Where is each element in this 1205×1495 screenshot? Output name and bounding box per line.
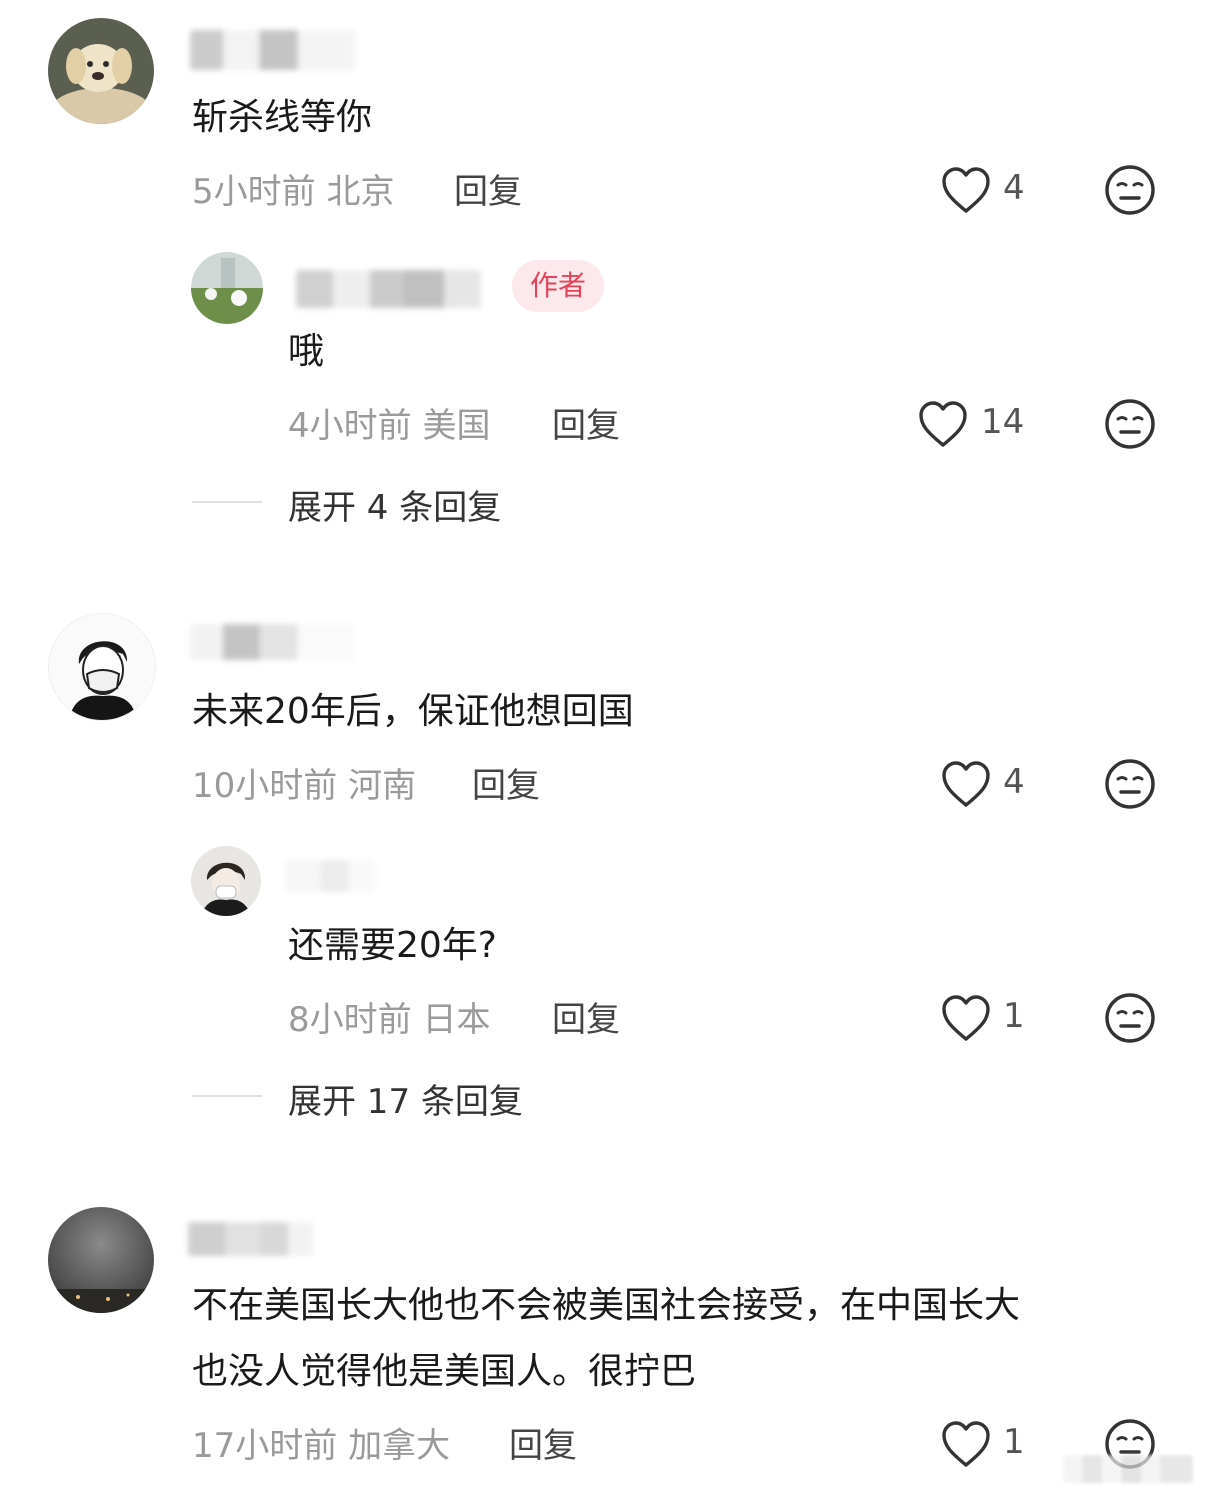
like-count: 1 bbox=[1003, 996, 1025, 1036]
username-redacted[interactable] bbox=[190, 30, 355, 70]
comment-text: 哦 bbox=[288, 331, 325, 372]
comment-meta: 4小时前 美国 bbox=[288, 398, 490, 447]
heart-outline-icon[interactable] bbox=[940, 166, 992, 214]
username-redacted[interactable] bbox=[296, 270, 481, 308]
location: 美国 bbox=[422, 406, 491, 446]
username-redacted[interactable] bbox=[188, 1222, 313, 1256]
neutral-face-icon[interactable] bbox=[1104, 758, 1156, 810]
location: 北京 bbox=[326, 172, 395, 212]
timestamp: 17小时前 bbox=[192, 1426, 338, 1466]
location: 河南 bbox=[348, 766, 417, 806]
avatar[interactable] bbox=[48, 613, 156, 721]
timestamp: 5小时前 bbox=[192, 172, 316, 212]
expand-replies-button[interactable]: 展开 4 条回复 bbox=[288, 480, 501, 529]
username-redacted[interactable] bbox=[285, 860, 375, 892]
location: 日本 bbox=[422, 1000, 491, 1040]
reply-button[interactable]: 回复 bbox=[552, 992, 620, 1041]
comment-text: 也没人觉得他是美国人。很拧巴 bbox=[192, 1351, 697, 1392]
reply-button[interactable]: 回复 bbox=[472, 758, 540, 807]
neutral-face-icon[interactable] bbox=[1104, 164, 1156, 216]
like-count: 4 bbox=[1003, 168, 1025, 208]
comment-text: 斩杀线等你 bbox=[192, 97, 373, 138]
username-redacted[interactable] bbox=[190, 624, 355, 660]
comment-meta: 10小时前 河南 bbox=[192, 758, 416, 807]
avatar[interactable] bbox=[191, 846, 261, 916]
avatar[interactable] bbox=[48, 1207, 154, 1313]
like-count: 14 bbox=[981, 402, 1025, 442]
heart-outline-icon[interactable] bbox=[917, 400, 969, 448]
reply-button[interactable]: 回复 bbox=[552, 398, 620, 447]
comment-meta: 8小时前 日本 bbox=[288, 992, 490, 1041]
avatar[interactable] bbox=[48, 18, 154, 124]
comment-meta: 17小时前 加拿大 bbox=[192, 1418, 450, 1467]
timestamp: 10小时前 bbox=[192, 766, 338, 806]
timestamp: 4小时前 bbox=[288, 406, 412, 446]
neutral-face-icon[interactable] bbox=[1104, 398, 1156, 450]
like-count: 4 bbox=[1003, 762, 1025, 802]
reply-button[interactable]: 回复 bbox=[509, 1418, 577, 1467]
watermark bbox=[1063, 1455, 1193, 1483]
timestamp: 8小时前 bbox=[288, 1000, 412, 1040]
heart-outline-icon[interactable] bbox=[940, 1420, 992, 1468]
expand-replies-button[interactable]: 展开 17 条回复 bbox=[288, 1074, 523, 1123]
reply-button[interactable]: 回复 bbox=[454, 164, 522, 213]
comment-meta: 5小时前 北京 bbox=[192, 164, 394, 213]
neutral-face-icon[interactable] bbox=[1104, 992, 1156, 1044]
comment-text: 还需要20年? bbox=[288, 925, 497, 966]
divider bbox=[192, 501, 262, 503]
avatar[interactable] bbox=[191, 252, 263, 324]
like-count: 1 bbox=[1003, 1422, 1025, 1462]
location: 加拿大 bbox=[348, 1426, 451, 1466]
heart-outline-icon[interactable] bbox=[940, 760, 992, 808]
heart-outline-icon[interactable] bbox=[940, 994, 992, 1042]
author-tag: 作者 bbox=[512, 260, 605, 312]
divider bbox=[192, 1095, 262, 1097]
comment-text: 不在美国长大他也不会被美国社会接受，在中国长大 bbox=[192, 1285, 1021, 1326]
comment-text: 未来20年后，保证他想回国 bbox=[192, 691, 634, 732]
